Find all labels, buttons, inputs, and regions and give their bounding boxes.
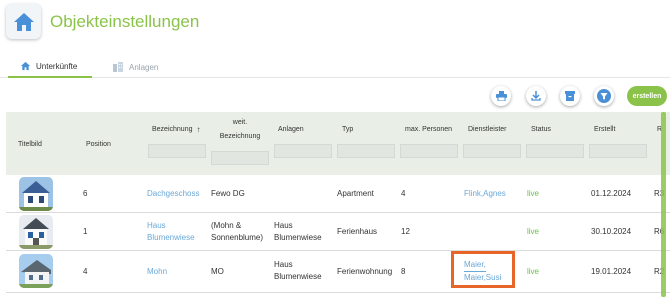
cell-erstellt: 30.10.2024: [591, 227, 632, 236]
col-anlagen: Anlagen: [278, 126, 304, 133]
cell-position: 1: [83, 227, 88, 236]
home-icon: [13, 12, 34, 31]
col-weit-line2: Bezeichnung: [219, 133, 261, 140]
cell-weit-line2: Sonnenblume): [211, 233, 264, 242]
header: Objekteinstellungen: [0, 0, 670, 50]
col-erstellt: Erstellt: [594, 126, 616, 133]
cell-anlagen: Haus Blumenwiese: [274, 259, 322, 283]
col-weit-line1: weit.: [232, 119, 248, 126]
cell-bezeichnung-link[interactable]: Dachgeschoss: [147, 188, 199, 200]
vertical-scrollbar[interactable]: [661, 112, 666, 297]
cell-bezeichnung-line1: Haus: [147, 221, 166, 230]
status-badge: live: [527, 189, 540, 198]
create-button[interactable]: erstellen: [627, 86, 667, 106]
status-badge: live: [527, 267, 540, 276]
cell-max-personen: 8: [401, 267, 406, 276]
cell-bezeichnung-link[interactable]: Haus Blumenwiese: [147, 220, 195, 244]
cell-erstellt: 01.12.2024: [591, 189, 632, 198]
cell-weit-bezeichnung: (Mohn & Sonnenblume): [211, 220, 263, 244]
archive-icon: [565, 91, 575, 101]
page-title: Objekteinstellungen: [50, 12, 200, 31]
cell-anlagen: Haus Blumenwiese: [274, 220, 322, 244]
cell-anlagen-line1: Haus: [274, 260, 293, 269]
filter-input-typ[interactable]: [337, 144, 395, 158]
cell-dienstleister-link[interactable]: Flink,Agnes: [464, 188, 506, 200]
status-badge: live: [527, 227, 540, 236]
home-icon: [20, 61, 31, 71]
col-titelbild: Titelbild: [18, 141, 42, 148]
tab-label: Unterkünfte: [36, 61, 78, 71]
table-row[interactable]: 6 Dachgeschoss Fewo DG Apartment 4 Flink…: [6, 175, 670, 213]
filter-input-status[interactable]: [526, 144, 584, 158]
filter-input-dienstleister[interactable]: [463, 144, 521, 158]
cell-anlagen-line2: Blumenwiese: [274, 272, 322, 281]
cell-anlagen-line2: Blumenwiese: [274, 233, 322, 242]
cell-position: 4: [83, 267, 88, 276]
building-icon: [113, 62, 123, 72]
table-row[interactable]: 1 Haus Blumenwiese (Mohn & Sonnenblume) …: [6, 213, 670, 251]
print-icon: [495, 91, 507, 101]
col-typ: Typ: [342, 126, 354, 133]
house-photo-icon: [19, 215, 53, 249]
filter-input-bezeichnung[interactable]: [148, 144, 206, 158]
cell-erstellt: 19.01.2024: [591, 267, 632, 276]
print-button[interactable]: [491, 86, 511, 106]
thumbnail-image[interactable]: [19, 215, 53, 249]
app-logo[interactable]: [6, 4, 41, 39]
cell-bezeichnung-line2: Blumenwiese: [147, 233, 195, 242]
filter-icon: [597, 89, 611, 103]
highlight-annotation-box: [451, 251, 515, 288]
download-button[interactable]: [526, 86, 546, 106]
col-status: Status: [531, 126, 551, 133]
download-icon: [531, 91, 541, 101]
thumbnail-image[interactable]: [19, 177, 53, 211]
cell-max-personen: 12: [401, 227, 410, 236]
cell-max-personen: 4: [401, 189, 406, 198]
filter-button[interactable]: [594, 86, 614, 106]
tab-label: Anlagen: [129, 62, 159, 72]
cell-typ: Ferienwohnung: [337, 267, 393, 276]
filter-input-erstellt[interactable]: [589, 144, 647, 158]
cell-typ: Apartment: [337, 189, 374, 198]
col-bezeichnung-label: Bezeichnung: [152, 126, 193, 133]
tab-bar: Unterkünfte Anlagen: [0, 56, 670, 78]
thumbnail-image[interactable]: [19, 254, 53, 288]
filter-input-weit-bezeichnung[interactable]: [211, 151, 269, 165]
house-photo-icon: [19, 177, 53, 211]
cell-typ: Ferienhaus: [337, 227, 378, 236]
cell-weit-bezeichnung: Fewo DG: [211, 189, 245, 198]
cell-weit-line1: (Mohn &: [211, 221, 242, 230]
col-max-personen: max. Personen: [405, 126, 453, 133]
col-bezeichnung[interactable]: Bezeichnung ↑: [152, 125, 200, 134]
cell-bezeichnung-link[interactable]: Mohn: [147, 266, 167, 278]
house-photo-icon: [19, 254, 53, 288]
cell-position: 6: [83, 189, 88, 198]
col-dienstleister: Dienstleister: [468, 126, 507, 133]
tab-unterkuenfte[interactable]: Unterkünfte: [8, 56, 92, 78]
cell-weit-bezeichnung: MO: [211, 267, 224, 276]
filter-input-anlagen[interactable]: [274, 144, 332, 158]
filter-input-max-personen[interactable]: [400, 144, 458, 158]
cell-anlagen-line1: Haus: [274, 221, 293, 230]
sort-arrow-up-icon: ↑: [196, 125, 201, 134]
archive-button[interactable]: [560, 86, 580, 106]
table-row[interactable]: 4 Mohn MO Haus Blumenwiese Ferienwohnung…: [6, 251, 670, 293]
col-position: Position: [86, 141, 111, 148]
tab-anlagen[interactable]: Anlagen: [112, 56, 158, 78]
col-weit-bezeichnung: weit. Bezeichnung: [215, 118, 265, 141]
